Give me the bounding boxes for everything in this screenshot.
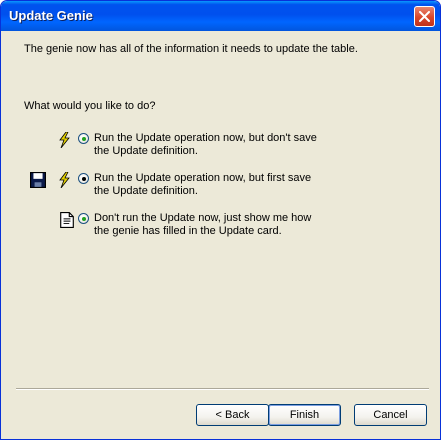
update-genie-dialog: Update Genie The genie now has all of th…	[0, 0, 441, 440]
close-button[interactable]	[414, 6, 435, 27]
option-label: Run the Update operation now, but don't …	[94, 132, 317, 157]
finish-button[interactable]: Finish	[268, 404, 341, 426]
floppy-disk-icon	[30, 172, 46, 188]
option-show-card[interactable]: Don't run the Update now, just show me h…	[4, 212, 440, 242]
question-label: What would you like to do?	[24, 100, 156, 112]
radio-run-no-save[interactable]	[78, 133, 89, 144]
title-bar[interactable]: Update Genie	[1, 1, 440, 31]
option-run-no-save[interactable]: Run the Update operation now, but don't …	[4, 132, 440, 162]
option-label: Don't run the Update now, just show me h…	[94, 212, 312, 237]
dialog-body: The genie now has all of the information…	[4, 31, 437, 436]
radio-run-and-save[interactable]	[78, 173, 89, 184]
radio-show-card[interactable]	[78, 213, 89, 224]
lightning-icon	[59, 172, 70, 188]
cancel-button[interactable]: Cancel	[354, 404, 427, 426]
window-title: Update Genie	[9, 8, 93, 23]
option-run-and-save[interactable]: Run the Update operation now, but first …	[4, 172, 440, 202]
separator	[16, 388, 429, 390]
lightning-icon	[59, 132, 70, 148]
option-label: Run the Update operation now, but first …	[94, 172, 312, 197]
intro-text: The genie now has all of the information…	[24, 43, 358, 55]
close-icon	[419, 11, 430, 22]
document-icon	[60, 212, 74, 228]
back-button[interactable]: < Back	[196, 404, 269, 426]
